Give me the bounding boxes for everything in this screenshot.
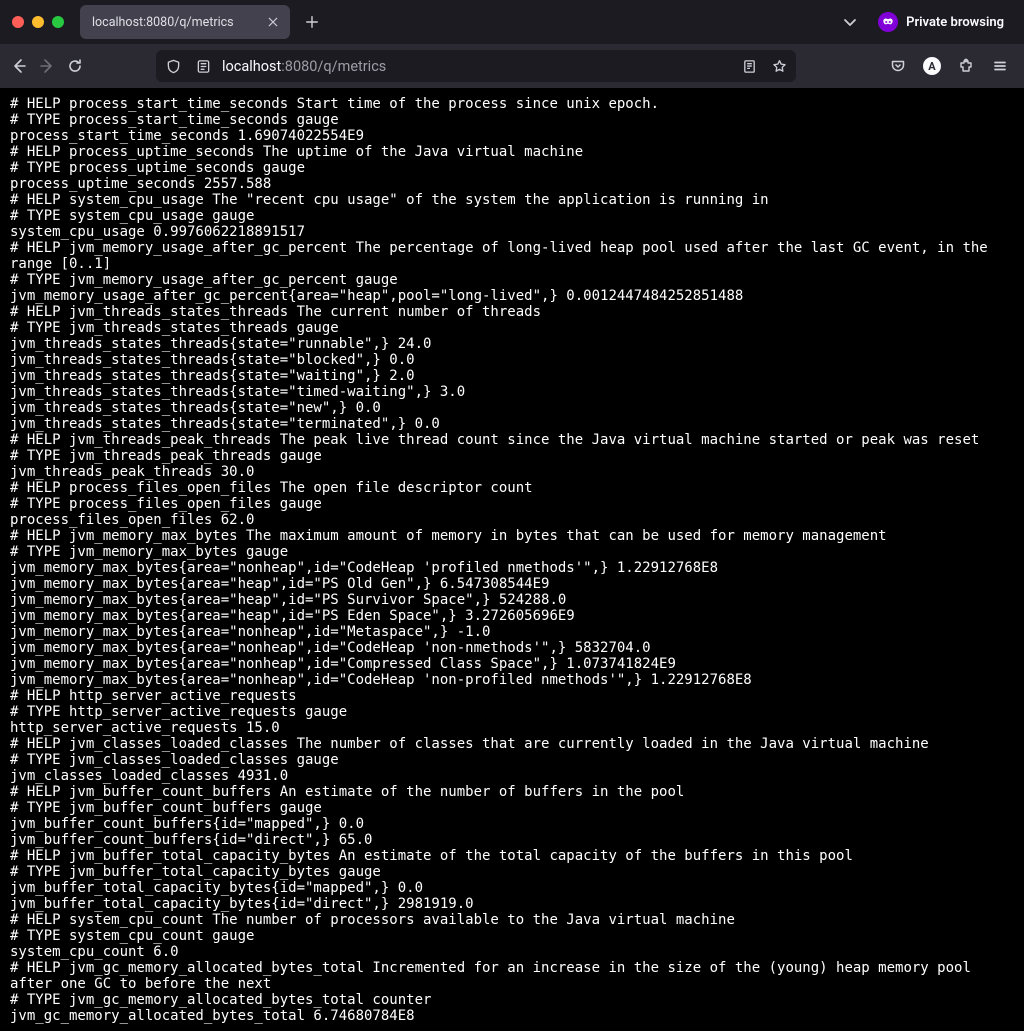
reload-button[interactable] [64,50,86,82]
reader-mode-icon[interactable] [738,55,760,77]
private-mask-icon [878,12,898,32]
window-minimize-button[interactable] [32,16,44,28]
private-browsing-label: Private browsing [906,15,1004,30]
tab-strip: localhost:8080/q/metrics Private browsin… [0,0,1024,44]
account-letter: A [923,57,941,75]
url-text: localhost:8080/q/metrics [222,58,730,75]
url-bar[interactable]: localhost:8080/q/metrics [156,50,796,82]
tab-title: localhost:8080/q/metrics [92,15,254,30]
account-button[interactable]: A [916,50,948,82]
shield-icon[interactable] [162,55,184,77]
page-info-icon[interactable] [192,55,214,77]
new-tab-button[interactable] [298,8,326,36]
window-close-button[interactable] [12,16,24,28]
browser-tab[interactable]: localhost:8080/q/metrics [80,5,290,39]
forward-button[interactable] [36,50,58,82]
page-content[interactable]: # HELP process_start_time_seconds Start … [0,88,1024,1031]
app-menu-icon[interactable] [984,50,1016,82]
private-browsing-badge: Private browsing [872,7,1016,37]
tab-close-button[interactable] [264,13,282,31]
bookmark-star-icon[interactable] [768,55,790,77]
pocket-icon[interactable] [882,50,914,82]
window-controls [8,16,72,28]
metrics-text: # HELP process_start_time_seconds Start … [0,88,1024,1031]
window-zoom-button[interactable] [52,16,64,28]
extensions-icon[interactable] [950,50,982,82]
back-button[interactable] [8,50,30,82]
toolbar: localhost:8080/q/metrics A [0,44,1024,88]
tab-list-button[interactable] [836,8,864,36]
